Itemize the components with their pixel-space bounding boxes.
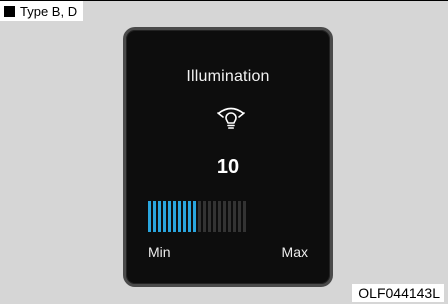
level-segment-active (158, 201, 161, 232)
level-segment-inactive (218, 201, 221, 232)
level-segment-inactive (238, 201, 241, 232)
black-square-icon (4, 5, 15, 17)
display-title: Illumination (186, 68, 270, 85)
level-segment-active (148, 201, 151, 232)
level-segment-active (178, 201, 181, 232)
illumination-value: 10 (216, 156, 240, 178)
level-segment-inactive (203, 201, 206, 232)
level-segment-active (188, 201, 191, 232)
level-segment-inactive (243, 201, 246, 232)
figure: Type B, D Illumination 10 Min Max OLF044… (0, 0, 448, 304)
type-label-text: Type B, D (20, 3, 78, 19)
level-segment-inactive (223, 201, 226, 232)
illumination-bulb-icon (217, 107, 245, 129)
level-segment-active (183, 201, 186, 232)
level-segment-inactive (208, 201, 211, 232)
illumination-level-bar (148, 201, 248, 232)
type-label: Type B, D (0, 1, 84, 21)
cluster-display: Illumination 10 Min Max (123, 27, 333, 287)
level-segment-inactive (198, 201, 201, 232)
figure-code: OLF044143L (352, 284, 444, 302)
max-label: Max (281, 244, 308, 260)
level-segment-active (193, 201, 196, 232)
level-segment-inactive (233, 201, 236, 232)
level-segment-active (173, 201, 176, 232)
level-segment-inactive (228, 201, 231, 232)
level-segment-active (163, 201, 166, 232)
level-segment-inactive (213, 201, 216, 232)
level-segment-active (168, 201, 171, 232)
level-segment-active (153, 201, 156, 232)
min-label: Min (148, 244, 171, 260)
